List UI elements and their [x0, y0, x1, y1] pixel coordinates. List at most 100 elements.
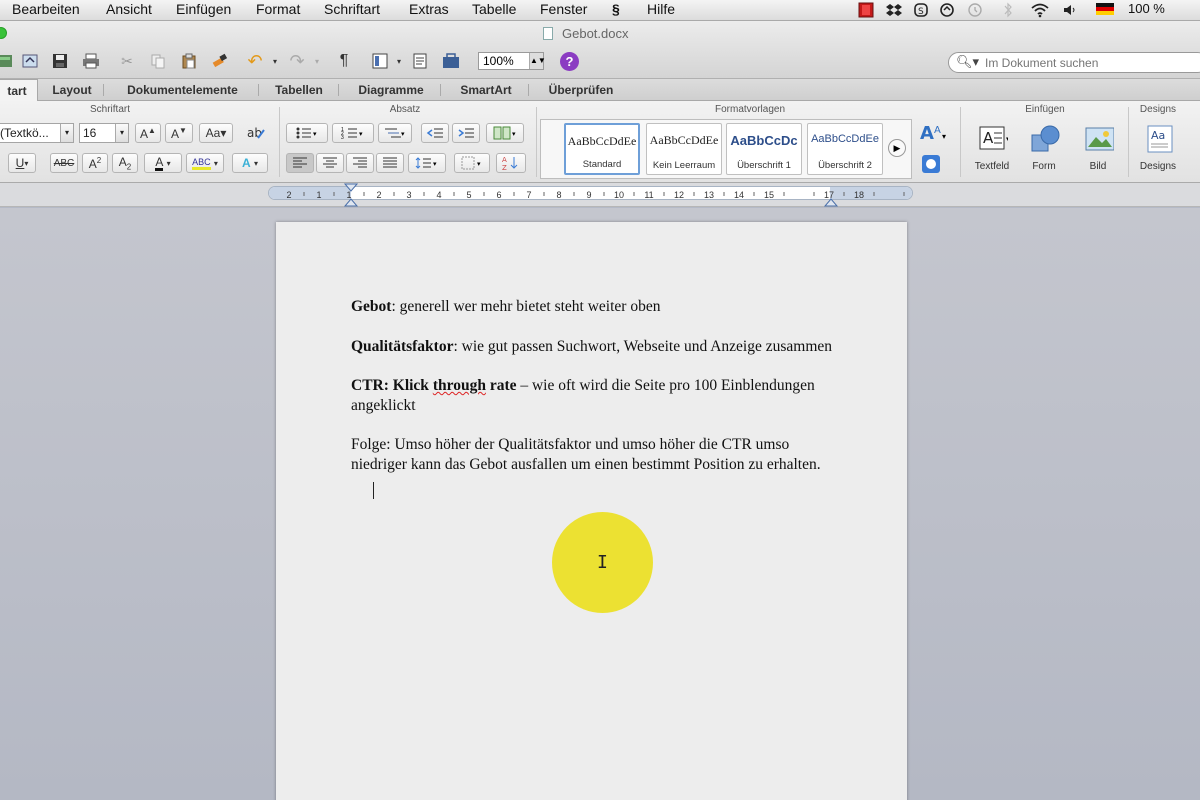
- paragraph-gebot[interactable]: Gebot: generell wer mehr bietet steht we…: [351, 297, 841, 317]
- tab-tabellen[interactable]: Tabellen: [264, 79, 334, 101]
- volume-icon[interactable]: [1062, 2, 1078, 18]
- paragraph-ctr[interactable]: CTR: Klick through rate – wie oft wird d…: [351, 376, 841, 415]
- shrink-font-button[interactable]: A▼: [165, 123, 193, 143]
- toolbox-icon[interactable]: [440, 50, 462, 72]
- style-kein-leerraum[interactable]: AaBbCcDdEe Kein Leerraum: [646, 123, 722, 175]
- superscript-button[interactable]: A2: [82, 153, 108, 173]
- sort-button[interactable]: AZ: [496, 153, 526, 173]
- font-size-select[interactable]: 16 ▾: [79, 123, 129, 143]
- change-case-button[interactable]: Aa▾: [199, 123, 233, 143]
- battery-percentage[interactable]: 100 %: [1128, 1, 1165, 16]
- timemachine-icon[interactable]: [966, 2, 984, 18]
- shape-button[interactable]: ▾ Form: [1018, 123, 1070, 172]
- redo-dropdown-icon[interactable]: ▾: [306, 50, 328, 72]
- text-effects-button[interactable]: A ▾: [232, 153, 268, 173]
- font-color-button[interactable]: A ▾: [144, 153, 182, 173]
- spelling-error-word[interactable]: through: [433, 377, 486, 394]
- style-standard[interactable]: AaBbCcDdEe Standard: [564, 123, 640, 175]
- align-left-button[interactable]: [286, 153, 314, 173]
- zoom-dropdown-icon[interactable]: ▲▼: [529, 53, 546, 69]
- tab-layout[interactable]: Layout: [44, 79, 100, 101]
- menu-schriftart[interactable]: Schriftart: [324, 1, 380, 17]
- columns-button[interactable]: ▾: [486, 123, 524, 143]
- clear-formatting-button[interactable]: ab: [243, 123, 269, 143]
- tab-separator: [338, 84, 339, 96]
- paste-icon[interactable]: [178, 50, 200, 72]
- align-center-button[interactable]: [316, 153, 344, 173]
- decrease-indent-button[interactable]: [421, 123, 449, 143]
- menu-einfuegen[interactable]: Einfügen: [176, 1, 231, 17]
- bluetooth-icon[interactable]: [1002, 2, 1014, 18]
- styles-pane-icon[interactable]: [920, 153, 942, 180]
- search-input[interactable]: [985, 55, 1195, 70]
- grow-font-button[interactable]: A▲: [135, 123, 161, 143]
- document-page[interactable]: Gebot: generell wer mehr bietet steht we…: [276, 222, 907, 800]
- record-icon[interactable]: [858, 2, 874, 18]
- paragraph-qualitaetsfaktor[interactable]: Qualitätsfaktor: wie gut passen Suchwort…: [351, 337, 841, 357]
- numbering-button[interactable]: 1 2 3 ▾: [332, 123, 374, 143]
- menu-fenster[interactable]: Fenster: [540, 1, 587, 17]
- new-from-template-icon[interactable]: [19, 50, 41, 72]
- style-ueberschrift-1[interactable]: AaBbCcDc Überschrift 1: [726, 123, 802, 175]
- subscript-button[interactable]: A2: [112, 153, 138, 173]
- search-icon[interactable]: 🔍︎▾: [956, 54, 979, 70]
- menu-bearbeiten[interactable]: Bearbeiten: [12, 1, 80, 17]
- highlight-color-button[interactable]: ABC ▾: [186, 153, 224, 173]
- picture-button[interactable]: ▾ Bild: [1072, 123, 1124, 172]
- bullets-button[interactable]: ▾: [286, 123, 328, 143]
- sidebar-toggle-icon[interactable]: [409, 50, 431, 72]
- redo-icon[interactable]: ↷: [286, 50, 308, 72]
- copy-icon[interactable]: [147, 50, 169, 72]
- style-ueberschrift-2[interactable]: AaBbCcDdEe Überschrift 2: [807, 123, 883, 175]
- pilcrow-icon[interactable]: ¶: [333, 50, 355, 72]
- underline-button[interactable]: U ▾: [8, 153, 36, 173]
- script-menu-icon[interactable]: §: [612, 1, 620, 17]
- dropbox-icon[interactable]: [886, 2, 902, 18]
- tab-diagramme[interactable]: Diagramme: [345, 79, 437, 101]
- wifi-icon[interactable]: [1030, 2, 1050, 18]
- help-icon[interactable]: ?: [560, 52, 579, 71]
- menu-format[interactable]: Format: [256, 1, 300, 17]
- justify-button[interactable]: [376, 153, 404, 173]
- strikethrough-button[interactable]: ABC: [50, 153, 78, 173]
- styles-next-icon[interactable]: ▶: [888, 139, 906, 157]
- undo-icon[interactable]: ↶: [244, 50, 266, 72]
- german-flag-icon[interactable]: [1096, 2, 1114, 18]
- tab-start[interactable]: tart: [0, 79, 38, 102]
- skype-icon[interactable]: S: [913, 2, 929, 18]
- menu-extras[interactable]: Extras: [409, 1, 449, 17]
- save-icon[interactable]: [49, 50, 71, 72]
- menu-ansicht[interactable]: Ansicht: [106, 1, 152, 17]
- zoom-window-button[interactable]: [0, 27, 7, 39]
- cut-icon[interactable]: ✂: [116, 50, 138, 72]
- tab-smartart[interactable]: SmartArt: [448, 79, 524, 101]
- horizontal-ruler[interactable]: 2 1 1 2 3 4 5 6 7 8 9 10 11 12 13 14 15 17 18: [268, 186, 913, 200]
- borders-button[interactable]: ▾: [454, 153, 490, 173]
- gallery-icon[interactable]: [0, 50, 16, 72]
- chevron-down-icon[interactable]: ▾: [115, 124, 128, 142]
- undo-dropdown-icon[interactable]: ▾: [264, 50, 286, 72]
- tab-ueberpruefen[interactable]: Überprüfen: [536, 79, 626, 101]
- chevron-down-icon[interactable]: ▾: [60, 124, 73, 142]
- document-search[interactable]: 🔍︎▾: [948, 52, 1200, 73]
- format-painter-icon[interactable]: [209, 50, 231, 72]
- first-line-indent-marker[interactable]: [344, 183, 358, 207]
- menu-tabelle[interactable]: Tabelle: [472, 1, 516, 17]
- line-spacing-button[interactable]: ▾: [408, 153, 446, 173]
- multilevel-list-button[interactable]: ▾: [378, 123, 412, 143]
- textbox-button[interactable]: A ▾ Textfeld: [964, 123, 1020, 172]
- sync-icon[interactable]: [939, 2, 955, 18]
- document-body[interactable]: Gebot: generell wer mehr bietet steht we…: [351, 297, 841, 495]
- view-mode-dropdown-icon[interactable]: ▾: [388, 50, 410, 72]
- text-effects-pane-icon[interactable]: A A ▾: [918, 121, 948, 150]
- align-right-button[interactable]: [346, 153, 374, 173]
- designs-button[interactable]: Aa▾ Designs: [1132, 123, 1184, 172]
- menu-hilfe[interactable]: Hilfe: [647, 1, 675, 17]
- font-name-select[interactable]: (Textkö... ▾: [0, 123, 74, 143]
- increase-indent-button[interactable]: [452, 123, 480, 143]
- print-icon[interactable]: [80, 50, 102, 72]
- right-indent-marker[interactable]: [824, 195, 838, 207]
- zoom-select[interactable]: 100% ▲▼: [478, 52, 546, 70]
- paragraph-folge[interactable]: Folge: Umso höher der Qualitätsfaktor un…: [351, 435, 841, 474]
- tab-dokumentelemente[interactable]: Dokumentelemente: [110, 79, 255, 101]
